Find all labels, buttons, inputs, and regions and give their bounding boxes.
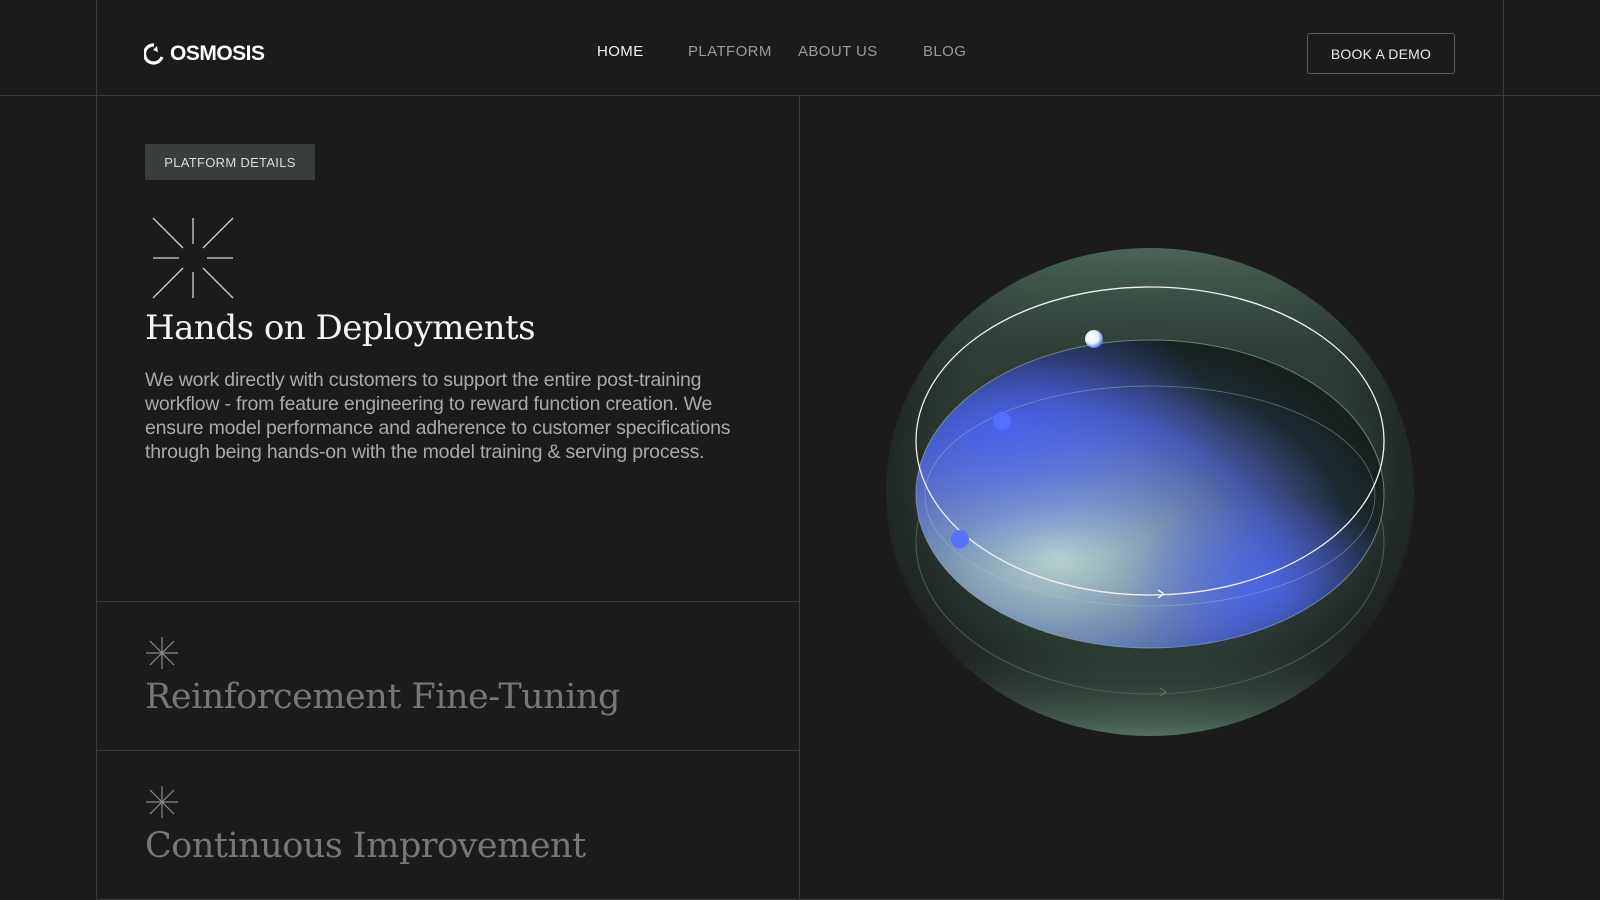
- brand-logo[interactable]: OSMOSIS: [144, 42, 265, 66]
- osmosis-logo-icon: [144, 43, 164, 65]
- brand-name: OSMOSIS: [170, 42, 265, 65]
- nav-about-us[interactable]: ABOUT US: [798, 43, 878, 60]
- feature-title: Reinforcement Fine-Tuning: [145, 677, 620, 717]
- nav-platform[interactable]: PLATFORM: [688, 43, 772, 60]
- right-border-line: [1503, 0, 1504, 900]
- orbit-sphere-illustration: [886, 248, 1414, 736]
- feature-continuous-improvement[interactable]: Continuous Improvement: [96, 750, 800, 899]
- nav-home[interactable]: HOME: [597, 43, 644, 60]
- asterisk-icon: [146, 786, 178, 818]
- book-demo-button[interactable]: BOOK A DEMO: [1307, 33, 1455, 74]
- feature-reinforcement-fine-tuning[interactable]: Reinforcement Fine-Tuning: [96, 601, 800, 750]
- section-title: Hands on Deployments: [145, 308, 536, 348]
- header-divider: [0, 95, 1600, 96]
- top-header: OSMOSIS HOME PLATFORM ABOUT US BLOG BOOK…: [96, 0, 1504, 95]
- sparkle-icon: [152, 217, 234, 299]
- section-description: We work directly with customers to suppo…: [145, 369, 731, 463]
- nav-blog[interactable]: BLOG: [923, 43, 966, 60]
- feature-title: Continuous Improvement: [145, 826, 586, 866]
- asterisk-icon: [146, 637, 178, 669]
- platform-details-badge: PLATFORM DETAILS: [145, 144, 315, 180]
